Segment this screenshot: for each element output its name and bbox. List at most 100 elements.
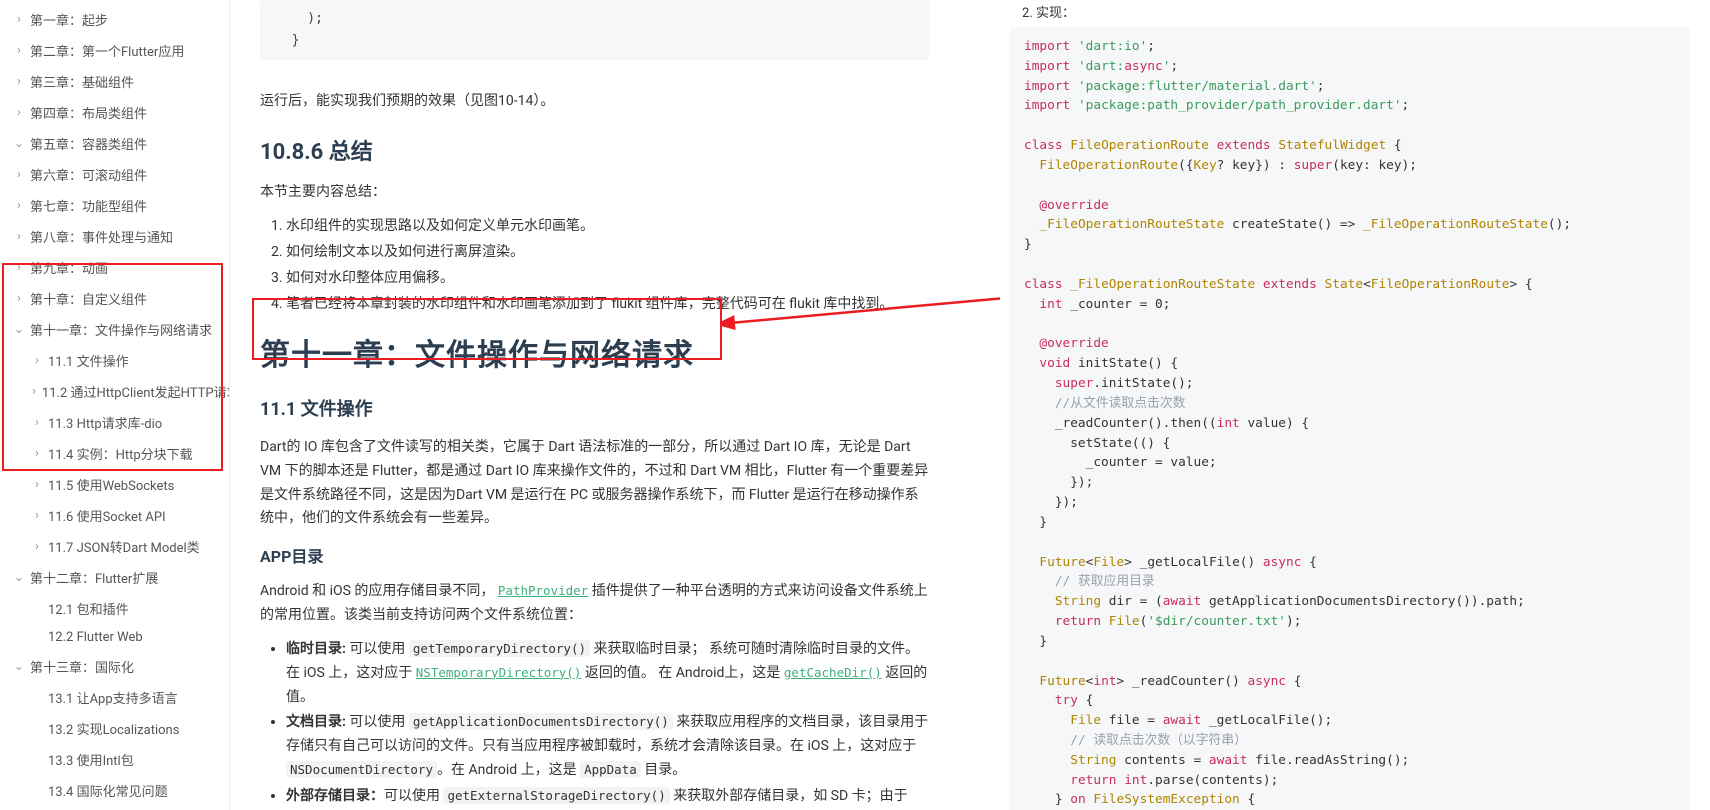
sidebar-item-section[interactable]: 11.2 通过HttpClient发起HTTP请求	[10, 376, 229, 407]
doc-link[interactable]: NSTemporaryDirectory()	[416, 665, 582, 680]
sidebar-item-label: 第十三章：国际化	[30, 657, 134, 676]
sidebar-item-label: 11.3 Http请求库-dio	[48, 413, 162, 432]
sidebar-item-label: 第三章：基础组件	[30, 72, 134, 91]
chevron-right-icon	[32, 353, 42, 368]
sidebar-item-label: 12.2 Flutter Web	[48, 630, 143, 645]
chevron-right-icon	[32, 539, 42, 554]
sidebar-item-chapter[interactable]: 第十章：自定义组件	[10, 283, 229, 314]
summary-item: 如何对水印整体应用偏移。	[286, 267, 930, 291]
sidebar-item-chapter[interactable]: 第十二章：Flutter扩展	[10, 562, 229, 593]
sidebar-item-label: 11.1 文件操作	[48, 351, 129, 370]
chevron-right-icon	[14, 260, 24, 275]
sidebar-item-label: 第十二章：Flutter扩展	[30, 568, 158, 587]
app-dir-title: APP目录	[260, 543, 930, 570]
sidebar-item-chapter[interactable]: 第十三章：国际化	[10, 651, 229, 682]
sidebar-item-section[interactable]: 11.7 JSON转Dart Model类	[10, 531, 229, 562]
summary-title: 10.8.6 总结	[260, 134, 930, 171]
section-para-1: Dart的 IO 库包含了文件读写的相关类，它属于 Dart 语法标准的一部分，…	[260, 436, 930, 531]
sidebar-item-label: 13.3 使用Intl包	[48, 750, 134, 769]
sidebar-item-chapter[interactable]: 第十一章：文件操作与网络请求	[10, 314, 229, 345]
code-tail: ); }	[260, 0, 930, 60]
dir-bullets: 临时目录: 可以使用 getTemporaryDirectory() 来获取临时…	[260, 638, 930, 810]
sidebar: 第一章：起步第二章：第一个Flutter应用第三章：基础组件第四章：布局类组件第…	[0, 0, 230, 810]
sidebar-item-label: 第六章：可滚动组件	[30, 165, 147, 184]
sidebar-item-section[interactable]: 12.2 Flutter Web	[10, 624, 229, 651]
sidebar-item-label: 第九章：动画	[30, 258, 108, 277]
main-content: ); } 运行后，能实现我们预期的效果（见图10-14）。 10.8.6 总结 …	[230, 0, 1000, 810]
sidebar-item-label: 第七章：功能型组件	[30, 196, 147, 215]
chevron-right-icon	[32, 384, 36, 399]
sidebar-item-label: 12.1 包和插件	[48, 599, 129, 618]
pathprovider-link[interactable]: PathProvider	[498, 583, 588, 598]
sidebar-item-label: 第八章：事件处理与通知	[30, 227, 173, 246]
sidebar-item-label: 第二章：第一个Flutter应用	[30, 41, 184, 60]
sidebar-item-chapter[interactable]: 第六章：可滚动组件	[10, 159, 229, 190]
right-step-list: 实现：	[1010, 2, 1690, 21]
summary-item: 水印组件的实现思路以及如何定义单元水印画笔。	[286, 215, 930, 239]
sidebar-item-label: 11.5 使用WebSockets	[48, 475, 174, 494]
sidebar-item-chapter[interactable]: 第七章：功能型组件	[10, 190, 229, 221]
summary-item: 如何绘制文本以及如何进行离屏渲染。	[286, 241, 930, 265]
sidebar-item-chapter[interactable]: 第三章：基础组件	[10, 66, 229, 97]
sidebar-item-section[interactable]: 13.3 使用Intl包	[10, 744, 229, 775]
chevron-down-icon	[14, 660, 24, 674]
sidebar-item-label: 13.1 让App支持多语言	[48, 688, 178, 707]
right-step: 实现：	[1036, 2, 1690, 21]
sidebar-item-chapter[interactable]: 第八章：事件处理与通知	[10, 221, 229, 252]
sidebar-item-label: 11.4 实例：Http分块下载	[48, 444, 193, 463]
chevron-right-icon	[32, 477, 42, 492]
chevron-down-icon	[14, 137, 24, 151]
sidebar-item-section[interactable]: 13.4 国际化常见问题	[10, 775, 229, 806]
dir-bullet: 临时目录: 可以使用 getTemporaryDirectory() 来获取临时…	[286, 638, 930, 709]
sidebar-item-chapter[interactable]: 第一章：起步	[10, 4, 229, 35]
chevron-right-icon	[32, 415, 42, 430]
chevron-down-icon	[14, 323, 24, 337]
sidebar-item-chapter[interactable]: 第九章：动画	[10, 252, 229, 283]
sidebar-item-chapter[interactable]: 第四章：布局类组件	[10, 97, 229, 128]
chevron-right-icon	[14, 229, 24, 244]
sidebar-item-label: 第一章：起步	[30, 10, 108, 29]
section-title: 11.1 文件操作	[260, 395, 930, 426]
sidebar-item-section[interactable]: 11.4 实例：Http分块下载	[10, 438, 229, 469]
summary-item: 笔者已经将本章封装的水印组件和水印画笔添加到了 flukit 组件库，完整代码可…	[286, 293, 930, 317]
sidebar-item-label: 13.4 国际化常见问题	[48, 781, 168, 800]
sidebar-item-section[interactable]: 11.5 使用WebSockets	[10, 469, 229, 500]
chevron-right-icon	[14, 12, 24, 27]
summary-intro: 本节主要内容总结：	[260, 181, 930, 205]
sidebar-item-label: 第十一章：文件操作与网络请求	[30, 320, 212, 339]
summary-list: 水印组件的实现思路以及如何定义单元水印画笔。如何绘制文本以及如何进行离屏渲染。如…	[260, 215, 930, 316]
dir-bullet: 外部存储目录：可以使用 getExternalStorageDirectory(…	[286, 785, 930, 810]
sidebar-item-label: 第十章：自定义组件	[30, 289, 147, 308]
sidebar-item-section[interactable]: 12.1 包和插件	[10, 593, 229, 624]
sidebar-item-chapter[interactable]: 第十四章：Flutter核心原理	[10, 806, 229, 810]
dir-bullet: 文档目录: 可以使用 getApplicationDocumentsDirect…	[286, 711, 930, 782]
sidebar-item-chapter[interactable]: 第五章：容器类组件	[10, 128, 229, 159]
chevron-right-icon	[14, 198, 24, 213]
sidebar-item-section[interactable]: 11.6 使用Socket API	[10, 500, 229, 531]
right-panel: 实现： import 'dart:io'; import 'dart:async…	[1000, 0, 1710, 810]
chevron-right-icon	[32, 508, 42, 523]
chevron-right-icon	[14, 74, 24, 89]
sidebar-item-label: 11.2 通过HttpClient发起HTTP请求	[42, 382, 229, 401]
sidebar-item-section[interactable]: 13.2 实现Localizations	[10, 713, 229, 744]
sidebar-item-label: 13.2 实现Localizations	[48, 719, 179, 738]
sidebar-item-section[interactable]: 11.1 文件操作	[10, 345, 229, 376]
chevron-right-icon	[32, 446, 42, 461]
sidebar-item-chapter[interactable]: 第二章：第一个Flutter应用	[10, 35, 229, 66]
chevron-right-icon	[14, 43, 24, 58]
doc-link[interactable]: getCacheDir()	[784, 665, 882, 680]
chevron-right-icon	[14, 167, 24, 182]
sidebar-item-label: 11.6 使用Socket API	[48, 506, 166, 525]
chapter-title: 第十一章：文件操作与网络请求	[260, 330, 930, 381]
sidebar-item-label: 11.7 JSON转Dart Model类	[48, 537, 200, 556]
chevron-right-icon	[14, 291, 24, 306]
sidebar-item-section[interactable]: 11.3 Http请求库-dio	[10, 407, 229, 438]
sidebar-item-section[interactable]: 13.1 让App支持多语言	[10, 682, 229, 713]
sidebar-item-label: 第四章：布局类组件	[30, 103, 147, 122]
after-run-text: 运行后，能实现我们预期的效果（见图10-14）。	[260, 90, 930, 114]
sidebar-item-label: 第五章：容器类组件	[30, 134, 147, 153]
right-code-block: import 'dart:io'; import 'dart:async'; i…	[1010, 27, 1690, 810]
chevron-down-icon	[14, 571, 24, 585]
chevron-right-icon	[14, 105, 24, 120]
app-dir-para: Android 和 iOS 的应用存储目录不同， PathProvider 插件…	[260, 580, 930, 628]
